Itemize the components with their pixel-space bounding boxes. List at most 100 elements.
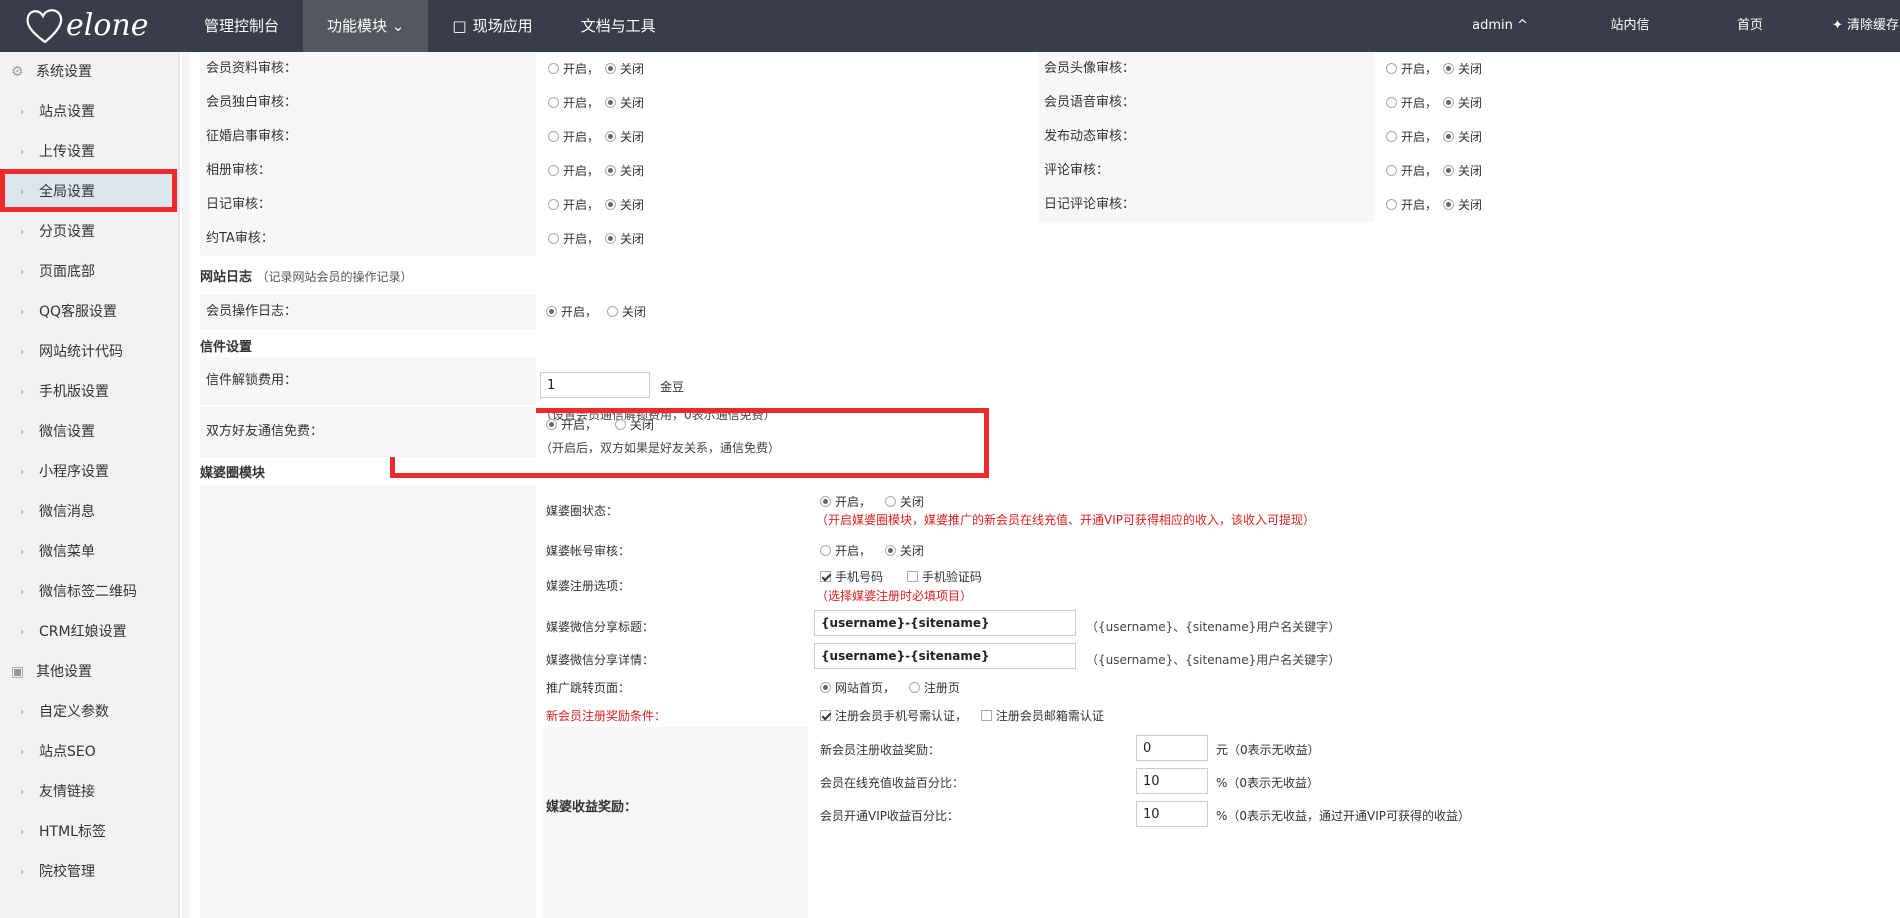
nav-live-apps[interactable]: □ 现场应用	[428, 0, 556, 52]
chevron-right-icon: ›	[20, 465, 25, 478]
audit-options: 开启， 关闭	[1374, 52, 1840, 86]
sidebar-item-label: 全局设置	[39, 184, 95, 200]
mm-jump-reg-radio[interactable]	[908, 682, 920, 693]
audit-off-radio[interactable]	[605, 233, 617, 244]
audit-on-radio[interactable]	[1386, 165, 1397, 176]
audit-on-radio[interactable]	[548, 97, 559, 108]
audit-off-radio[interactable]	[605, 63, 617, 74]
audit-on-radio[interactable]	[1386, 63, 1397, 74]
member-log-on-radio[interactable]	[546, 306, 557, 317]
mm-status-on-radio[interactable]	[820, 496, 831, 507]
audit-off-radio[interactable]	[1443, 131, 1455, 142]
audit-on-radio[interactable]	[1386, 131, 1397, 142]
audit-row: 会员独白审核： 开启， 关闭 会员语音审核： 开启， 关闭	[200, 86, 1840, 120]
audit-off-radio[interactable]	[1443, 63, 1455, 74]
friend-free-on-radio[interactable]	[546, 419, 557, 430]
member-log-off-radio[interactable]	[606, 306, 618, 317]
mm-reward-email-checkbox[interactable]	[980, 710, 992, 721]
sidebar-item[interactable]: › 院校管理	[0, 852, 178, 892]
audit-off-radio[interactable]	[1443, 199, 1455, 210]
sidebar-item[interactable]: › 分页设置	[0, 212, 178, 252]
nav-dashboard[interactable]: 管理控制台	[180, 0, 303, 52]
home-link[interactable]: 首页	[1700, 0, 1800, 52]
sidebar-item[interactable]: › 上传设置	[0, 132, 178, 172]
sidebar-scrollbar[interactable]	[182, 52, 190, 918]
audit-off-radio[interactable]	[605, 131, 617, 142]
sidebar-item[interactable]: › 微信菜单	[0, 532, 178, 572]
mm-account-label: 媒婆帐号审核：	[546, 544, 631, 558]
option-off-label: 关闭	[1458, 130, 1483, 144]
cube-icon: □	[452, 17, 467, 35]
nav-docs-tools[interactable]: 文档与工具	[557, 0, 680, 52]
mm-jump-label: 推广跳转页面：	[546, 681, 631, 695]
option-off-label: 关闭	[1458, 198, 1483, 212]
clear-cache-button[interactable]: ✦ 清除缓存	[1810, 0, 1900, 52]
user-menu[interactable]: admin ^	[1440, 0, 1560, 52]
sidebar-item[interactable]: › 友情链接	[0, 772, 178, 812]
sidebar-item[interactable]: › 页面底部	[0, 252, 178, 292]
audit-off-radio[interactable]	[605, 165, 617, 176]
audit-on-radio[interactable]	[548, 131, 559, 142]
sidebar-item[interactable]: › 站点SEO	[0, 732, 178, 772]
mm-share-detail-input[interactable]	[814, 643, 1076, 669]
audit-on-radio[interactable]	[548, 165, 559, 176]
friend-free-off-radio[interactable]	[614, 419, 626, 430]
mm-reward-email-label: 注册会员邮箱需认证	[995, 709, 1104, 723]
sidebar-item[interactable]: › CRM红娘设置	[0, 612, 178, 652]
audit-row: 日记审核： 开启， 关闭 日记评论审核： 开启， 关闭	[200, 188, 1840, 222]
mm-reg-phone-checkbox[interactable]	[820, 571, 831, 582]
sidebar-item[interactable]: › 微信设置	[0, 412, 178, 452]
option-on-label: 开启，	[563, 232, 600, 246]
unlock-fee-input[interactable]	[540, 372, 650, 398]
option-off-label: 关闭	[620, 96, 645, 110]
mm-share-title-label: 媒婆微信分享标题：	[546, 620, 655, 634]
audit-on-radio[interactable]	[548, 199, 559, 210]
audit-on-radio[interactable]	[548, 233, 559, 244]
mm-account-on-radio[interactable]	[820, 545, 831, 556]
audit-label: 日记审核：	[200, 188, 536, 222]
audit-row: 征婚启事审核： 开启， 关闭 发布动态审核： 开启， 关闭	[200, 120, 1840, 154]
box-icon: ▣	[11, 664, 25, 680]
audit-on-radio[interactable]	[1386, 199, 1397, 210]
mail-link[interactable]: 站内信	[1580, 0, 1680, 52]
sidebar-group-system[interactable]: ⚙ 系统设置	[0, 52, 178, 92]
logo[interactable]: elone	[22, 2, 182, 50]
audit-off-radio[interactable]	[1443, 97, 1455, 108]
option-on-label: 开启，	[561, 305, 598, 319]
mm-jump-home-radio[interactable]	[820, 682, 831, 693]
sidebar-item[interactable]: › 手机版设置	[0, 372, 178, 412]
mm-account-off-radio[interactable]	[884, 545, 896, 556]
sidebar-item[interactable]: › 站点设置	[0, 92, 178, 132]
mm-share-title-input[interactable]	[814, 610, 1076, 636]
sidebar-group-other[interactable]: ▣ 其他设置	[0, 652, 178, 692]
audit-off-radio[interactable]	[605, 97, 617, 108]
nav-modules[interactable]: 功能模块 ⌄	[303, 0, 429, 52]
site-log-note: （记录网站会员的操作记录）	[256, 270, 413, 284]
sidebar-item[interactable]: › HTML标签	[0, 812, 178, 852]
sidebar-item-label: QQ客服设置	[39, 304, 118, 320]
sidebar-item[interactable]: › QQ客服设置	[0, 292, 178, 332]
sidebar-item[interactable]: › 网站统计代码	[0, 332, 178, 372]
sidebar-item[interactable]: › 小程序设置	[0, 452, 178, 492]
audit-off-radio[interactable]	[605, 199, 617, 210]
sidebar-item[interactable]: › 微信标签二维码	[0, 572, 178, 612]
audit-label: 征婚启事审核：	[200, 120, 536, 154]
mm-income-input-2[interactable]	[1136, 801, 1208, 827]
audit-off-radio[interactable]	[1443, 165, 1455, 176]
mm-status-off-radio[interactable]	[884, 496, 896, 507]
audit-settings-grid: 会员资料审核： 开启， 关闭 会员头像审核： 开启， 关闭 会员独白审核： 开启， 关闭 会员语音…	[200, 52, 1840, 256]
mm-reward-phone-checkbox[interactable]	[820, 710, 831, 721]
audit-on-radio[interactable]	[1386, 97, 1397, 108]
sidebar-item[interactable]: › 全局设置	[0, 172, 178, 212]
mm-reg-code-checkbox[interactable]	[906, 571, 918, 582]
sidebar-item[interactable]: › 自定义参数	[0, 692, 178, 732]
mm-income-input-1[interactable]	[1136, 768, 1208, 794]
audit-row: 约TA审核： 开启， 关闭	[200, 222, 1840, 256]
mm-income-input-0[interactable]	[1136, 735, 1208, 761]
chevron-right-icon: ›	[20, 585, 25, 598]
option-on-label: 开启，	[835, 495, 872, 509]
audit-on-radio[interactable]	[548, 63, 559, 74]
sidebar-item[interactable]: › 微信消息	[0, 492, 178, 532]
sidebar-item-label: 院校管理	[39, 864, 95, 880]
mm-jump-reg-label: 注册页	[923, 681, 960, 695]
